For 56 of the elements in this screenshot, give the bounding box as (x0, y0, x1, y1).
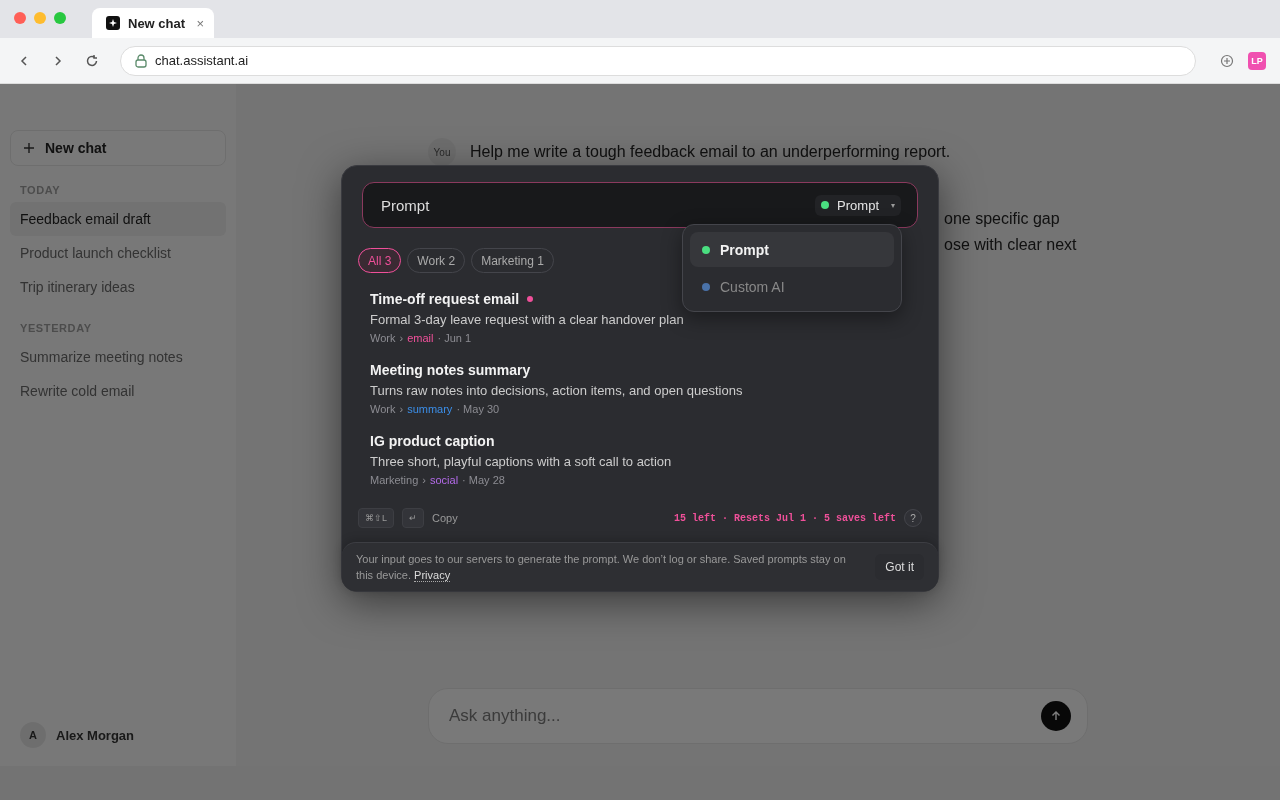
prompt-date: · May 28 (462, 474, 505, 486)
prompt-title[interactable]: Meeting notes summary (370, 362, 531, 378)
tag-label: summary (407, 403, 453, 415)
browser-tab[interactable]: New chat × (92, 8, 214, 38)
breadcrumb-separator: › (422, 474, 426, 486)
mode-dropdown[interactable]: Prompt ▾ (815, 194, 901, 216)
chat-history-item[interactable]: Feedback email draft (10, 202, 226, 236)
prompt-title[interactable]: IG product caption (370, 433, 495, 449)
user-message: Help me write a tough feedback email to an underperforming report. (470, 143, 951, 161)
folder-label: Work (370, 403, 396, 415)
folder-label: Marketing (370, 474, 419, 486)
help-button[interactable]: ? (904, 509, 922, 527)
tab-title: New chat (128, 15, 187, 31)
prompt-description: Formal 3-day leave request with a clear handover plan (370, 312, 685, 327)
chevron-left-icon (20, 54, 28, 67)
breadcrumb-separator: › (399, 332, 404, 344)
prompt-date: · May 30 (456, 403, 500, 415)
privacy-link[interactable]: Privacy (414, 569, 451, 582)
address-bar[interactable]: chat.assistant.ai (120, 45, 1196, 76)
usage-quota: 15 left · Resets Jul 1 · 5 saves left (673, 512, 896, 524)
tag-label: email (407, 332, 434, 344)
breadcrumb-separator: › (399, 403, 404, 415)
plus-icon (23, 142, 35, 154)
tag-label: social (429, 474, 459, 486)
chevron-right-icon (54, 54, 62, 67)
url-text: chat.assistant.ai (155, 53, 249, 68)
user-avatar: A (20, 722, 46, 748)
assistant-reply-text: one specific gap (944, 209, 1061, 229)
enter-key: ↵ (402, 508, 424, 528)
notice-text: Your input goes to our servers to generate the prompt. We don’t log or share. Saved prompts stay on this device. Privacy (356, 552, 847, 583)
shortcut-key: ⌘⇧L (358, 508, 394, 528)
prompt-description: Turns raw notes into decisions, action items, and open questions (370, 383, 744, 398)
mode-option[interactable]: Prompt (690, 232, 894, 267)
search-field[interactable]: Prompt Prompt ▾ (362, 182, 918, 228)
sparkle-icon (106, 16, 120, 30)
filter-chip[interactable]: All 3 (358, 248, 402, 273)
assistant-reply-text: ose with clear next (944, 235, 1078, 255)
add-circle-icon[interactable] (1220, 53, 1234, 68)
extension-button[interactable]: LP (1248, 51, 1266, 70)
prompt-date: · Jun 1 (437, 332, 472, 344)
lock-icon (135, 53, 147, 68)
reload-icon (85, 53, 99, 68)
prompt-description: Three short, playful captions with a soft call to action (370, 454, 673, 469)
folder-label: Work (370, 332, 396, 344)
arrow-up-icon (1050, 710, 1062, 722)
message-input[interactable]: Ask anything... (447, 705, 1041, 727)
composer-field[interactable]: Ask anything... (428, 688, 1088, 744)
send-button[interactable] (1041, 701, 1071, 731)
got-it-button[interactable]: Got it (875, 554, 924, 580)
user-name: Alex Morgan (56, 727, 134, 743)
new-chat-button[interactable]: New chat (10, 130, 226, 166)
prompt-title[interactable]: Time-off request email (370, 291, 520, 307)
tab-close-button[interactable]: × (196, 15, 204, 31)
copy-hint: Copy (432, 512, 458, 524)
mode-option[interactable]: Custom AI (690, 269, 894, 304)
user-avatar: You (428, 138, 456, 166)
